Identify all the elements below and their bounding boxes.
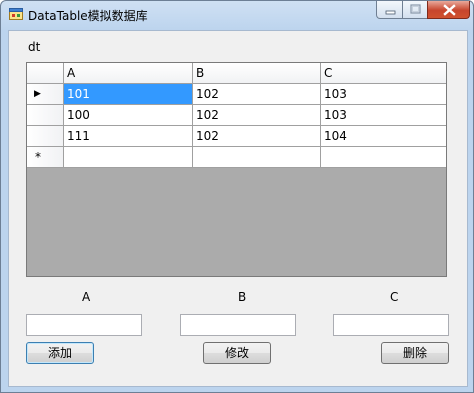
cell-a[interactable]: 101	[64, 84, 193, 105]
current-row-indicator-icon[interactable]: ▶	[27, 84, 64, 105]
maximize-button[interactable]	[402, 1, 428, 19]
cell-b[interactable]: 102	[193, 84, 321, 105]
close-icon	[443, 4, 456, 16]
input-b[interactable]	[180, 314, 296, 336]
title-bar[interactable]: DataTable模拟数据库	[1, 1, 473, 29]
label-b: B	[238, 290, 247, 304]
new-row-marker[interactable]: *	[27, 147, 64, 168]
data-grid[interactable]: A B C ▶ 101 102 103 100 102 103 111 102 …	[26, 62, 447, 277]
minimize-icon	[385, 10, 396, 15]
column-header-b[interactable]: B	[193, 63, 321, 84]
cell-b[interactable]: 102	[193, 126, 321, 147]
maximize-icon	[410, 4, 421, 14]
add-button[interactable]: 添加	[26, 342, 94, 364]
cell-c[interactable]: 103	[321, 105, 446, 126]
new-cell-b[interactable]	[193, 147, 321, 168]
delete-button[interactable]: 删除	[381, 342, 449, 364]
cell-b[interactable]: 102	[193, 105, 321, 126]
input-a[interactable]	[26, 314, 142, 336]
row-header[interactable]	[27, 126, 64, 147]
row-header[interactable]	[27, 105, 64, 126]
window-title: DataTable模拟数据库	[28, 9, 148, 23]
cell-c[interactable]: 103	[321, 84, 446, 105]
form-window-icon	[9, 7, 23, 21]
label-a: A	[82, 290, 91, 304]
cell-a[interactable]: 111	[64, 126, 193, 147]
minimize-button[interactable]	[376, 1, 403, 19]
group-label-dt: dt	[28, 40, 41, 54]
cell-c[interactable]: 104	[321, 126, 446, 147]
label-c: C	[390, 290, 399, 304]
grid-header-row: A B C	[27, 63, 446, 84]
table-row[interactable]: 100 102 103	[27, 105, 446, 126]
edit-button[interactable]: 修改	[203, 342, 271, 364]
table-row[interactable]: 111 102 104	[27, 126, 446, 147]
column-header-c[interactable]: C	[321, 63, 446, 84]
table-row[interactable]: ▶ 101 102 103	[27, 84, 446, 105]
close-button[interactable]	[427, 1, 470, 19]
cell-a[interactable]: 100	[64, 105, 193, 126]
new-row[interactable]: *	[27, 147, 446, 168]
new-cell-c[interactable]	[321, 147, 446, 168]
column-header-a[interactable]: A	[64, 63, 193, 84]
input-c[interactable]	[333, 314, 449, 336]
new-cell-a[interactable]	[64, 147, 193, 168]
grid-corner-header[interactable]	[27, 63, 64, 84]
